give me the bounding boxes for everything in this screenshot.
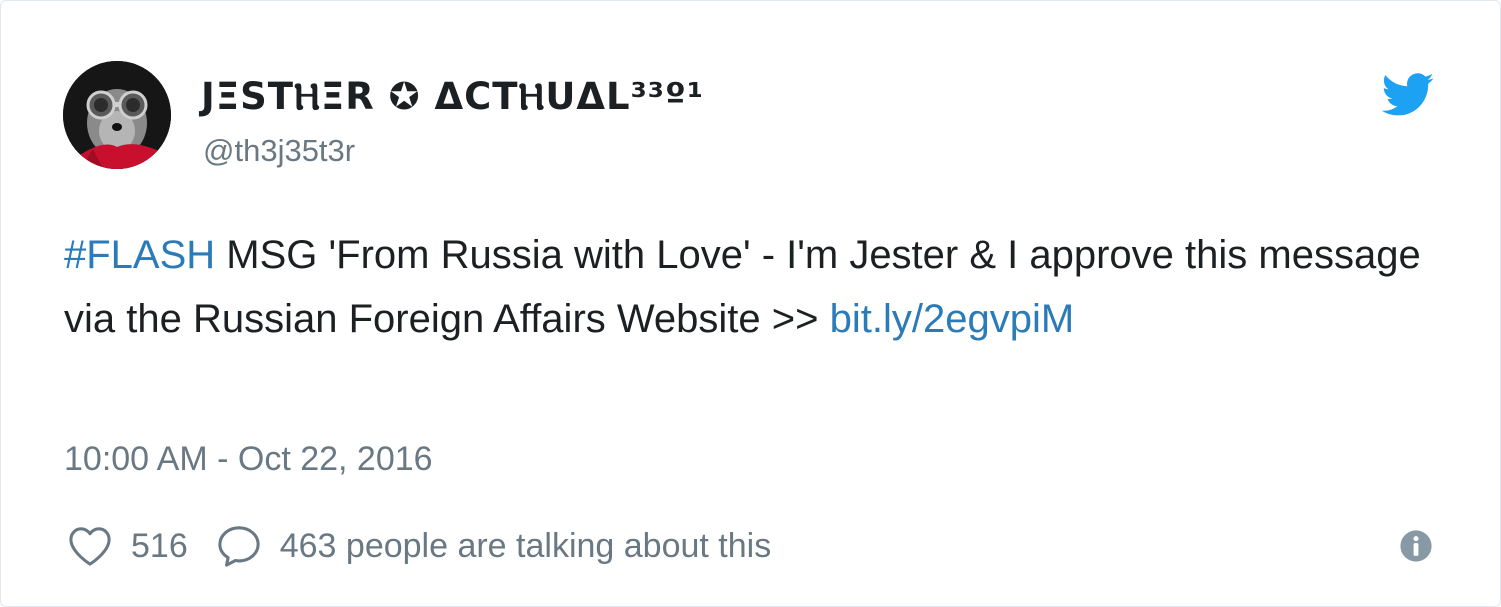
user-handle[interactable]: @th3j35t3r — [203, 131, 355, 171]
heart-icon — [69, 527, 111, 566]
like-button[interactable]: 516 — [67, 525, 188, 567]
display-name[interactable]: JΞSTⲎΞR ✪ ΔCTⲎUΔL³³º¹ — [201, 75, 704, 119]
info-icon[interactable] — [1399, 529, 1433, 563]
timestamp-link[interactable]: 10:00 AM - Oct 22, 2016 — [64, 437, 433, 481]
avatar[interactable] — [63, 61, 171, 169]
twitter-bird-icon[interactable] — [1381, 73, 1435, 117]
reply-button[interactable]: 463 people are talking about this — [216, 524, 771, 568]
like-count: 516 — [131, 526, 188, 565]
tweet-body: MSG 'From Russia with Love' - I'm Jester… — [64, 233, 1421, 341]
tweet-actions: 516 463 people are talking about this — [67, 521, 771, 571]
speech-bubble-icon — [218, 526, 260, 567]
embedded-tweet-card: JΞSTⲎΞR ✪ ΔCTⲎUΔL³³º¹ @th3j35t3r #FLASH … — [0, 0, 1501, 607]
reply-count-text: 463 people are talking about this — [279, 526, 772, 565]
hashtag-link[interactable]: #FLASH — [64, 233, 215, 277]
tweet-text: #FLASH MSG 'From Russia with Love' - I'm… — [64, 223, 1434, 351]
avatar-image — [63, 61, 171, 169]
short-link[interactable]: bit.ly/2egvpiM — [830, 297, 1075, 341]
